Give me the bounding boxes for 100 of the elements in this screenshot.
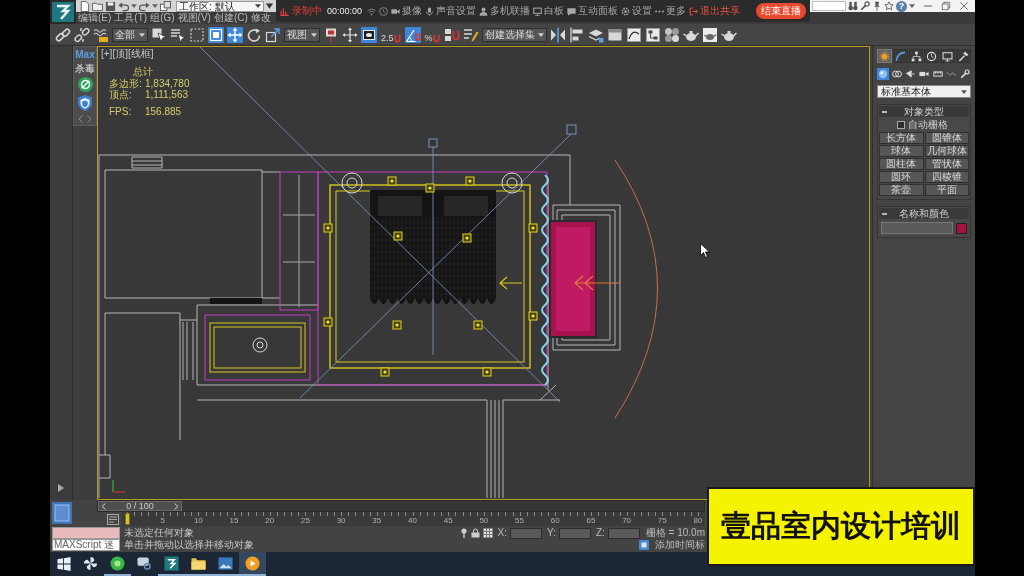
spheres-icon[interactable] <box>663 26 680 43</box>
broken-chain-icon[interactable] <box>74 26 90 43</box>
frame-icon[interactable] <box>361 26 377 43</box>
coordinate-field[interactable] <box>558 527 591 539</box>
toolbar-action[interactable]: 声音设置 <box>425 5 477 17</box>
panel-tab[interactable] <box>956 49 971 63</box>
color-swatch[interactable] <box>956 222 967 234</box>
select-cursor-icon[interactable] <box>151 26 167 43</box>
category-button[interactable] <box>877 68 889 80</box>
list-cursor-icon[interactable] <box>170 26 186 43</box>
coordinate-field[interactable] <box>607 527 640 539</box>
menu-item[interactable]: 工具(T) <box>114 12 148 24</box>
chevron-left-icon[interactable] <box>101 502 106 510</box>
pencil-list-icon[interactable] <box>462 26 479 43</box>
tag-icon[interactable] <box>639 540 649 550</box>
lock-icon[interactable] <box>470 528 480 538</box>
category-button[interactable] <box>904 68 917 80</box>
toolbar-action[interactable]: 更多 <box>655 5 687 17</box>
start-icon[interactable] <box>56 557 71 571</box>
diagram-icon[interactable] <box>644 26 661 43</box>
binoculars-icon[interactable] <box>848 1 858 11</box>
time-tag-text[interactable]: 添加时间标 <box>655 539 705 551</box>
menu-item[interactable]: 创建(C) <box>213 12 248 24</box>
viewport-label[interactable]: [+][顶][线框] <box>101 48 154 60</box>
checkbox[interactable] <box>897 120 905 129</box>
undo-icon[interactable] <box>118 0 129 12</box>
redo-icon[interactable] <box>139 0 150 12</box>
listener-input-field[interactable]: MAXScript 迷 <box>52 539 120 551</box>
panel-icon[interactable] <box>107 513 119 525</box>
restore-icon[interactable] <box>941 1 951 11</box>
rollout-header[interactable]: 对象类型 <box>879 106 969 117</box>
pushpin-icon[interactable] <box>872 1 882 11</box>
object-type-button[interactable]: 圆柱体 <box>879 158 924 170</box>
time-slider-track[interactable]: 0 / 100 <box>97 500 705 512</box>
time-slider-thumb[interactable]: 0 / 100 <box>98 501 182 511</box>
close-icon[interactable] <box>959 1 969 11</box>
panel-tab[interactable] <box>940 49 956 63</box>
align-icon[interactable] <box>568 26 585 43</box>
scale-icon[interactable] <box>265 26 281 43</box>
spinner-magnet-icon[interactable] <box>443 26 460 43</box>
category-button[interactable] <box>890 68 903 80</box>
category-button[interactable] <box>959 68 972 80</box>
checkbox-label[interactable]: 自动栅格 <box>908 119 948 130</box>
category-button[interactable] <box>931 68 944 80</box>
chevron-left-icon[interactable] <box>78 115 83 123</box>
listener-output-field[interactable] <box>52 527 120 539</box>
expand-arrow-icon[interactable] <box>58 484 64 492</box>
menu-item[interactable]: 修改 <box>250 12 271 24</box>
object-type-button[interactable]: 茶壶 <box>879 184 924 196</box>
window-stack-icon[interactable] <box>160 0 171 12</box>
app-logo-icon[interactable] <box>52 2 74 22</box>
object-type-button[interactable]: 球体 <box>879 145 924 157</box>
viewport[interactable]: [+][顶][线框] 总计 多边形: 1,834,780 顶点: 1,111,563 FPS: 156.885 <box>97 46 870 500</box>
graph-icon[interactable] <box>625 26 642 43</box>
taskbar-button[interactable] <box>239 552 266 576</box>
panel-tab[interactable] <box>908 49 924 63</box>
end-live-button[interactable]: 结束直播 <box>756 3 806 19</box>
move-icon[interactable] <box>227 26 243 43</box>
category-dropdown[interactable]: 标准基本体 <box>877 85 971 98</box>
menu-item[interactable]: 视图(V) <box>177 12 211 24</box>
flag-icon[interactable] <box>323 26 339 43</box>
object-type-button[interactable]: 平面 <box>924 184 969 196</box>
snap-button[interactable]: 2.5 <box>380 26 402 43</box>
snap-button[interactable]: % <box>423 26 441 43</box>
panel-tab[interactable] <box>892 49 908 63</box>
angle-magnet-icon[interactable] <box>404 26 421 43</box>
help-button[interactable]: ? <box>896 0 907 12</box>
workspace-dropdown[interactable]: 工作区: 默认 <box>176 0 264 12</box>
frame-marker[interactable] <box>125 513 130 525</box>
toolbar-action[interactable]: 互动面板 <box>567 5 619 17</box>
cross-arrows-icon[interactable] <box>342 26 358 43</box>
menu-item[interactable]: 编辑(E) <box>78 12 112 24</box>
chevron-right-icon[interactable] <box>87 115 92 123</box>
rollout-header[interactable]: 名称和颜色 <box>879 208 969 219</box>
grid-square-icon[interactable] <box>482 528 493 538</box>
crossed-circle-icon[interactable] <box>77 77 93 92</box>
rotate-icon[interactable] <box>246 26 262 43</box>
toolbar-action[interactable]: 白板 <box>533 5 565 17</box>
toolbar-action[interactable]: 多机联播 <box>479 5 531 17</box>
save-icon[interactable] <box>105 0 116 12</box>
nested-square-icon[interactable] <box>208 26 224 43</box>
teapot-window-icon[interactable] <box>701 26 718 43</box>
chain-link-icon[interactable] <box>55 26 71 43</box>
wrench-icon[interactable] <box>860 1 870 11</box>
mirror-icon[interactable] <box>549 26 566 43</box>
object-type-button[interactable]: 圆环 <box>879 171 924 183</box>
star-icon[interactable] <box>884 1 894 11</box>
object-type-button[interactable]: 管状体 <box>924 158 969 170</box>
panel-tab[interactable] <box>924 49 940 63</box>
coordinate-field[interactable] <box>510 527 542 539</box>
toolbar-action[interactable]: 摄像 <box>391 5 423 17</box>
object-type-button[interactable]: 圆锥体 <box>924 132 969 144</box>
chevron-right-icon[interactable] <box>174 502 179 510</box>
name-field[interactable] <box>881 222 953 234</box>
object-type-button[interactable]: 长方体 <box>879 132 924 144</box>
object-type-button[interactable]: 几何球体 <box>924 145 969 157</box>
shield-icon[interactable] <box>78 95 92 111</box>
toolbar-action[interactable]: 设置 <box>621 5 653 17</box>
wave-icon[interactable] <box>93 26 109 43</box>
toolbar-action[interactable]: 退出共享 <box>689 5 741 17</box>
